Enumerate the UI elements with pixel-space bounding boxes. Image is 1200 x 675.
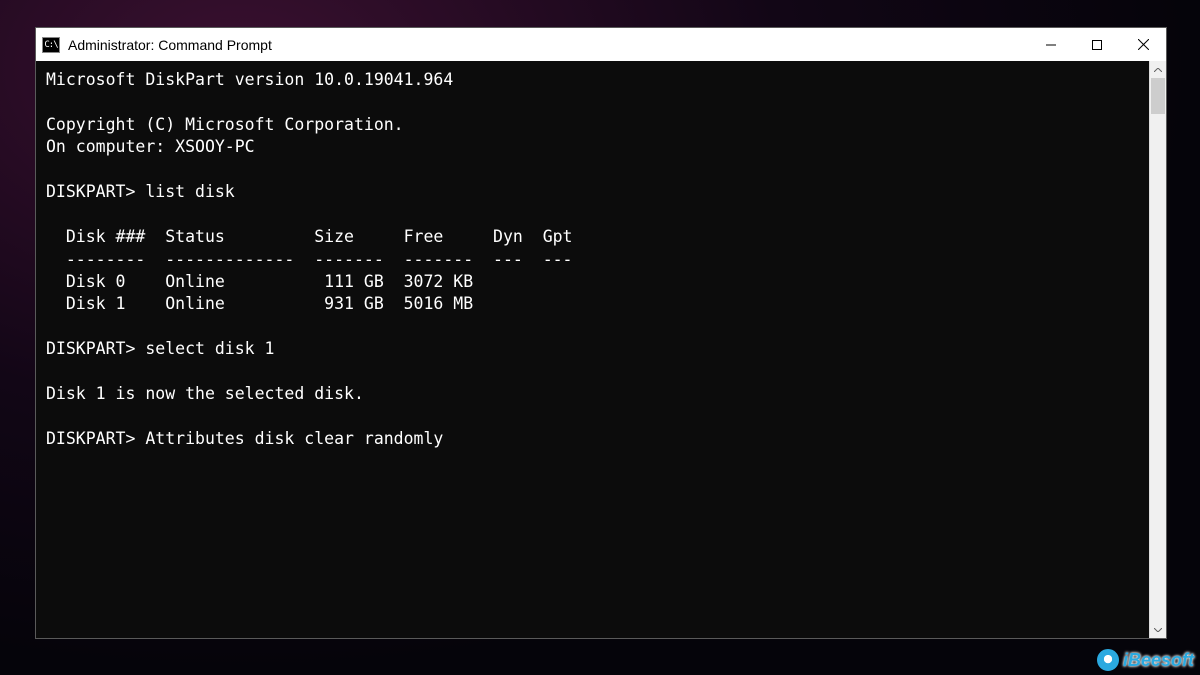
watermark-text: iBeesoft	[1123, 650, 1194, 671]
client-area: Microsoft DiskPart version 10.0.19041.96…	[36, 61, 1166, 638]
minimize-icon	[1046, 40, 1056, 50]
window-title: Administrator: Command Prompt	[68, 37, 1028, 53]
command-prompt-window: C:\ Administrator: Command Prompt Micros…	[35, 27, 1167, 639]
maximize-button[interactable]	[1074, 28, 1120, 61]
minimize-button[interactable]	[1028, 28, 1074, 61]
maximize-icon	[1092, 40, 1102, 50]
close-button[interactable]	[1120, 28, 1166, 61]
window-controls	[1028, 28, 1166, 61]
scroll-down-arrow[interactable]	[1150, 621, 1166, 638]
close-icon	[1138, 39, 1149, 50]
app-icon: C:\	[42, 37, 60, 53]
scroll-up-arrow[interactable]	[1150, 61, 1166, 78]
chevron-up-icon	[1154, 68, 1162, 72]
scroll-thumb[interactable]	[1151, 78, 1165, 114]
scroll-track[interactable]	[1150, 78, 1166, 621]
watermark-logo-icon	[1097, 649, 1119, 671]
watermark: iBeesoft	[1097, 649, 1194, 671]
chevron-down-icon	[1154, 628, 1162, 632]
terminal-output[interactable]: Microsoft DiskPart version 10.0.19041.96…	[36, 61, 1149, 638]
vertical-scrollbar[interactable]	[1149, 61, 1166, 638]
titlebar[interactable]: C:\ Administrator: Command Prompt	[36, 28, 1166, 61]
